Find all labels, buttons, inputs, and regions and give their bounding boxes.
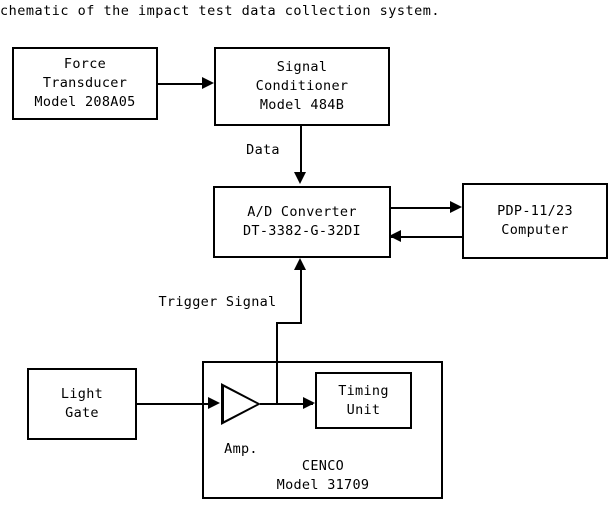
diagram-canvas: chematic of the impact test data collect… xyxy=(0,0,616,515)
ad-converter-line-1: A/D Converter xyxy=(247,204,357,220)
connector-computer-to-adc-line xyxy=(391,236,463,238)
force-transducer-line-3: Model 208A05 xyxy=(34,94,136,110)
arrow-left-icon-computer-to-adc xyxy=(389,230,401,242)
arrow-right-icon-lightgate-to-amp xyxy=(208,397,220,409)
label-trigger-signal: Trigger Signal xyxy=(158,294,277,310)
signal-conditioner-line-3: Model 484B xyxy=(259,97,345,113)
arrow-right-icon-adc-to-computer xyxy=(450,201,462,213)
arrow-right-icon-amp-to-timing xyxy=(303,397,315,409)
connector-trigger-jog xyxy=(276,322,302,324)
box-timing-unit: Timing Unit xyxy=(315,372,412,429)
timing-unit-line-2: Unit xyxy=(346,401,381,418)
label-data: Data xyxy=(246,142,280,158)
computer-line-2: Computer xyxy=(501,222,569,238)
light-gate-line-2: Gate xyxy=(65,405,99,421)
arrow-up-icon-trigger-to-adc xyxy=(294,258,306,270)
connector-trigger-riser-upper xyxy=(300,270,302,324)
box-ad-converter: A/D Converter DT-3382-G-32DI xyxy=(213,186,391,258)
ad-converter-line-2: DT-3382-G-32DI xyxy=(243,223,361,239)
figure-caption: chematic of the impact test data collect… xyxy=(0,3,441,19)
force-transducer-line-1: Force xyxy=(63,56,107,72)
signal-conditioner-line-2: Conditioner xyxy=(255,78,349,94)
connector-transducer-to-conditioner-line xyxy=(158,83,204,85)
box-force-transducer: Force Transducer Model 208A05 xyxy=(12,47,158,120)
light-gate-line-1: Light xyxy=(60,386,104,402)
timing-unit-line-1: Timing xyxy=(338,382,389,399)
computer-line-1: PDP-11/23 xyxy=(497,203,573,219)
box-signal-conditioner: Signal Conditioner Model 484B xyxy=(214,47,390,126)
cenco-label-line-2: Model 31709 xyxy=(276,477,370,493)
signal-conditioner-line-1: Signal xyxy=(276,59,328,75)
connector-conditioner-to-adc-line xyxy=(300,126,302,174)
arrow-right-icon-transducer-to-conditioner xyxy=(202,77,214,89)
box-light-gate: Light Gate xyxy=(27,368,137,440)
connector-adc-to-computer-line xyxy=(391,207,453,209)
force-transducer-line-2: Transducer xyxy=(42,75,128,91)
box-pdp-computer: PDP-11/23 Computer xyxy=(462,183,608,259)
connector-lightgate-to-amp-line xyxy=(137,403,211,405)
cenco-label-line-1: CENCO xyxy=(301,458,345,474)
amplifier-triangle-fill xyxy=(224,387,257,421)
arrow-down-icon-conditioner-to-adc xyxy=(294,172,306,184)
